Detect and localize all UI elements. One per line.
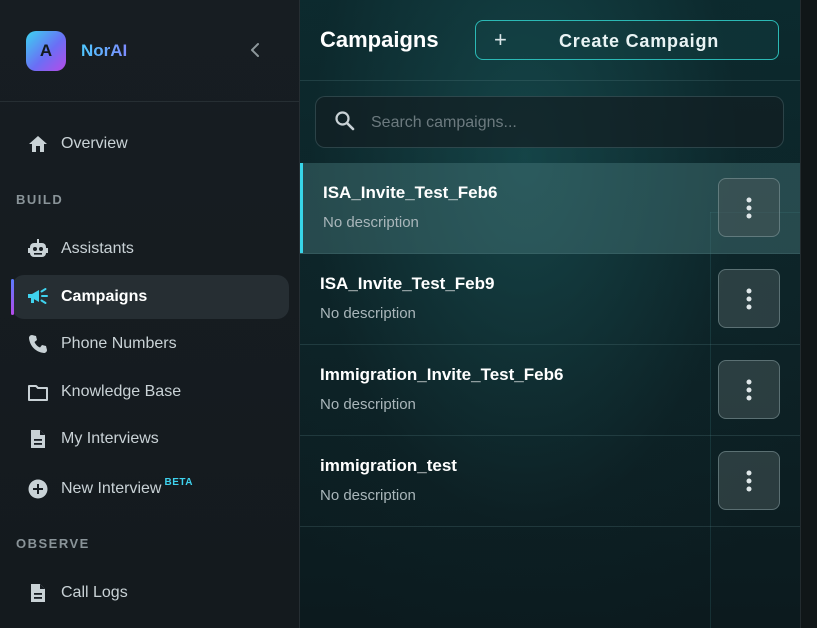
more-vertical-icon (746, 288, 752, 309)
megaphone-icon (27, 286, 49, 308)
campaign-description: No description (320, 487, 416, 504)
sidebar-item-label: Overview (61, 135, 128, 152)
brand-header: A NorAI (0, 0, 299, 102)
plus-icon: + (494, 27, 507, 52)
beta-badge: BETA (164, 476, 193, 488)
sidebar-item-label: Campaigns (61, 288, 148, 305)
search-icon (335, 111, 355, 131)
campaign-row[interactable]: ISA_Invite_Test_Feb9 No description (300, 254, 800, 345)
campaign-menu-button[interactable] (718, 360, 780, 419)
phone-icon (27, 333, 49, 355)
campaign-description: No description (323, 214, 419, 231)
plus-circle-icon (27, 478, 49, 500)
robot-icon (27, 238, 49, 260)
more-vertical-icon (746, 197, 752, 218)
campaign-menu-button[interactable] (718, 269, 780, 328)
sidebar-item-label: Knowledge Base (61, 383, 182, 400)
collapse-sidebar-button[interactable] (244, 38, 266, 62)
campaign-name: ISA_Invite_Test_Feb9 (320, 274, 495, 293)
sidebar-item-assistants[interactable]: Assistants (12, 227, 289, 271)
document-icon (27, 428, 49, 450)
campaign-name: ISA_Invite_Test_Feb6 (323, 183, 498, 202)
campaign-menu-button[interactable] (718, 451, 780, 510)
sidebar-item-phone-numbers[interactable]: Phone Numbers (12, 322, 289, 366)
document-icon (27, 582, 49, 604)
sidebar-item-call-logs[interactable]: Call Logs (12, 571, 289, 615)
campaign-description: No description (320, 305, 416, 322)
campaign-menu-button[interactable] (718, 178, 780, 237)
sidebar: A NorAI Overview BUILD Assistants Campai… (0, 0, 300, 628)
sidebar-item-campaigns[interactable]: Campaigns (11, 275, 289, 319)
sidebar-item-knowledge-base[interactable]: Knowledge Base (12, 370, 289, 414)
create-campaign-label: Create Campaign (559, 31, 720, 51)
more-vertical-icon (746, 470, 752, 491)
create-campaign-button[interactable]: + Create Campaign (475, 20, 779, 60)
sidebar-item-label: Call Logs (61, 584, 128, 601)
campaign-name: Immigration_Invite_Test_Feb6 (320, 365, 564, 384)
campaign-row[interactable]: immigration_test No description (300, 436, 800, 527)
sidebar-item-label: New Interview (61, 480, 162, 497)
campaign-row[interactable]: Immigration_Invite_Test_Feb6 No descript… (300, 345, 800, 436)
brand-logo: A (26, 30, 66, 71)
panel-header: Campaigns + Create Campaign (300, 0, 800, 81)
campaign-row[interactable]: ISA_Invite_Test_Feb6 No description (300, 163, 800, 254)
sidebar-item-label: My Interviews (61, 430, 159, 447)
campaigns-panel: Campaigns + Create Campaign ISA_Invite_T… (300, 0, 800, 628)
chevron-left-icon (251, 43, 259, 57)
page-title: Campaigns (320, 27, 439, 52)
brand-name: NorAI (81, 40, 128, 60)
search-box (315, 96, 784, 148)
search-input[interactable] (371, 111, 761, 135)
sidebar-item-label: Phone Numbers (61, 335, 177, 352)
adjacent-panel-edge (800, 0, 817, 628)
sidebar-item-new-interview[interactable]: New Interview BETA (12, 467, 289, 511)
section-label-observe: OBSERVE (16, 536, 90, 551)
home-icon (27, 133, 49, 155)
campaign-description: No description (320, 396, 416, 413)
more-vertical-icon (746, 379, 752, 400)
sidebar-item-overview[interactable]: Overview (12, 122, 289, 166)
folder-icon (27, 381, 49, 403)
section-label-build: BUILD (16, 192, 64, 207)
sidebar-item-my-interviews[interactable]: My Interviews (12, 417, 289, 461)
campaign-name: immigration_test (320, 456, 457, 475)
sidebar-item-label: Assistants (61, 240, 134, 257)
